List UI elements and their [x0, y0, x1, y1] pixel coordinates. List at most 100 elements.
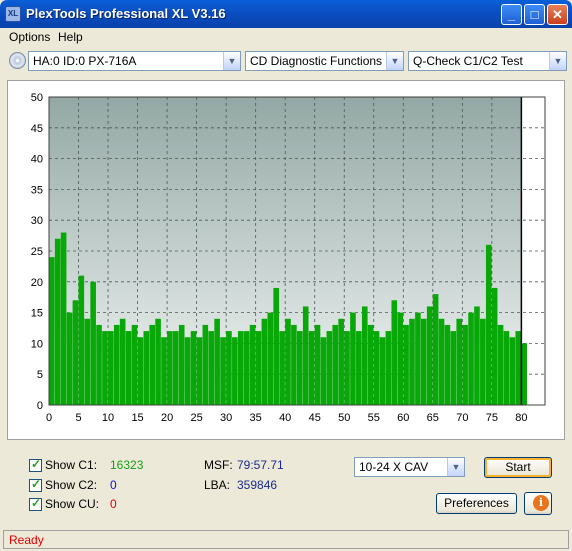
chevron-down-icon[interactable]: ▼ [549, 52, 566, 70]
c1-bar [426, 306, 433, 405]
c1-bar [102, 331, 108, 405]
info-icon: i [533, 495, 549, 511]
c1-bar [255, 331, 262, 405]
y-tick-label: 50 [31, 92, 43, 104]
c1-bar [491, 287, 498, 405]
c1-bar [379, 337, 386, 405]
c1-bar [450, 331, 457, 405]
c1-bar [190, 331, 197, 405]
app-logo-icon[interactable]: XL [5, 6, 21, 22]
c1-bar [261, 318, 268, 405]
start-button[interactable]: Start [484, 457, 552, 478]
chevron-down-icon[interactable]: ▼ [223, 52, 240, 70]
cu-count: 0 [110, 497, 117, 511]
c1-bar [226, 331, 232, 405]
preferences-button[interactable]: Preferences [436, 493, 517, 514]
msf-value: 79:57.71 [237, 458, 284, 472]
c1-bar [202, 324, 209, 405]
menu-options[interactable]: Options [9, 30, 50, 44]
menu-bar: Options Help [0, 28, 572, 47]
show-c1-checkbox[interactable] [29, 457, 42, 472]
y-tick-label: 5 [37, 369, 43, 381]
c1-bar [314, 324, 321, 405]
c1-bar [173, 331, 179, 405]
msf-label: MSF: [204, 458, 233, 472]
c1-bar [273, 287, 279, 405]
show-c2-checkbox[interactable] [29, 477, 42, 492]
c1-bar [308, 331, 315, 405]
c1-bar [108, 331, 114, 405]
minimize-button[interactable]: _ [501, 4, 522, 25]
x-tick-label: 20 [161, 412, 173, 424]
x-tick-label: 25 [190, 412, 202, 424]
show-c2-label: Show C2: [45, 478, 98, 492]
function-select[interactable]: CD Diagnostic Functions ▼ [245, 51, 404, 71]
y-tick-label: 10 [31, 338, 43, 350]
x-tick-label: 50 [338, 412, 350, 424]
c1-bar [84, 318, 91, 405]
menu-help[interactable]: Help [58, 30, 83, 44]
maximize-button[interactable]: □ [524, 4, 545, 25]
c1-bar [367, 324, 374, 405]
c1-bar [302, 306, 309, 405]
c1-bar [214, 318, 220, 405]
window-title: PlexTools Professional XL V3.16 [26, 6, 226, 21]
x-tick-label: 35 [250, 412, 262, 424]
info-button[interactable]: i [524, 492, 552, 515]
x-tick-label: 40 [279, 412, 291, 424]
c1-bar [338, 318, 344, 405]
c1c2-chart: 0 5 10 15 20 25 30 35 40 45 50 0 5 10 15 20 25 30 35 40 45 50… [7, 80, 565, 440]
c1-count: 16323 [110, 458, 144, 472]
c1-bar [432, 294, 439, 405]
y-tick-label: 0 [37, 400, 43, 412]
c1-bar [497, 324, 504, 405]
title-bar: XL PlexTools Professional XL V3.16 _ □ ✕ [0, 0, 572, 28]
close-button[interactable]: ✕ [547, 4, 568, 25]
c1-bar [373, 331, 380, 405]
c1-bar [54, 238, 61, 405]
y-tick-label: 20 [31, 277, 43, 289]
c1-bar [326, 331, 333, 405]
status-bar: Ready [3, 530, 569, 549]
c1-bar [397, 312, 403, 405]
c1-bar [131, 324, 138, 405]
c1-bar [521, 343, 527, 405]
speed-select[interactable]: 10-24 X CAV ▼ [354, 457, 465, 477]
test-select-value: Q-Check C1/C2 Test [413, 54, 523, 68]
c1-bar [220, 337, 226, 405]
x-tick-label: 80 [515, 412, 527, 424]
c1-bar [468, 312, 474, 405]
c1-bar [119, 318, 126, 405]
x-tick-label: 60 [397, 412, 409, 424]
toolbar: HA:0 ID:0 PX-716A ▼ CD Diagnostic Functi… [0, 48, 572, 74]
c1-bar [143, 331, 150, 405]
lba-value: 359846 [237, 478, 278, 492]
results-panel: Show C1: 16323 Show C2: 0 Show CU: 0 MSF… [7, 448, 565, 520]
c1-bar [125, 331, 132, 405]
show-c1-label: Show C1: [45, 458, 98, 472]
show-cu-checkbox[interactable] [29, 496, 42, 511]
c1-bar [149, 324, 155, 405]
c1-bar [391, 300, 398, 405]
y-tick-label: 35 [31, 184, 43, 196]
c1-bar [155, 318, 161, 405]
x-tick-label: 30 [220, 412, 232, 424]
c1-bar [344, 331, 350, 405]
show-cu-label: Show CU: [45, 497, 100, 511]
c1-bar [456, 318, 463, 405]
x-tick-label: 5 [75, 412, 81, 424]
c1-bar [320, 337, 327, 405]
c1-bar [137, 337, 144, 405]
c1-bar [113, 324, 120, 405]
c1-bar [161, 337, 167, 405]
chevron-down-icon[interactable]: ▼ [386, 52, 403, 70]
chevron-down-icon[interactable]: ▼ [447, 458, 464, 476]
drive-select[interactable]: HA:0 ID:0 PX-716A ▼ [28, 51, 241, 71]
c1-bar [409, 318, 415, 405]
c1-bar [167, 331, 173, 405]
x-tick-label: 70 [456, 412, 468, 424]
c1-bar [332, 324, 339, 405]
c1-bar [184, 337, 191, 405]
c1-bar [237, 331, 244, 405]
test-select[interactable]: Q-Check C1/C2 Test ▼ [408, 51, 567, 71]
